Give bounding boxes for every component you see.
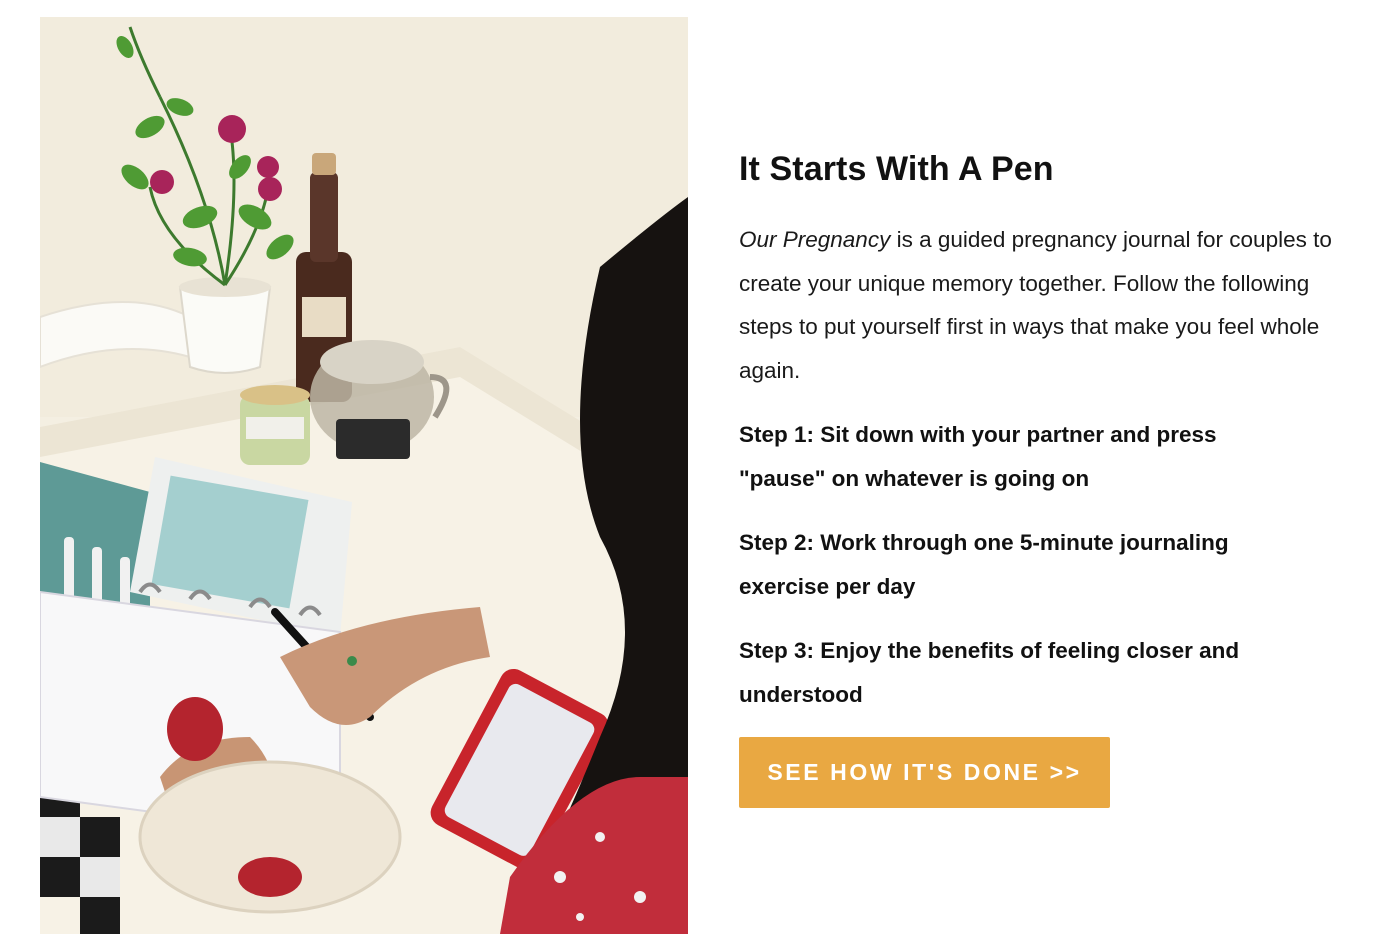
step-1: Step 1: Sit down with your partner and p… bbox=[739, 422, 1217, 491]
see-how-its-done-button[interactable]: SEE HOW IT'S DONE >> bbox=[739, 737, 1110, 808]
step-3: Step 3: Enjoy the benefits of feeling cl… bbox=[739, 638, 1240, 707]
section-title: It Starts With A Pen bbox=[739, 150, 1054, 188]
journal-photo bbox=[40, 17, 688, 934]
page: It Starts With A Pen Our Pregnancy is a … bbox=[0, 0, 1377, 944]
journal-name: Our Pregnancy bbox=[739, 227, 891, 252]
intro-paragraph: Our Pregnancy is a guided pregnancy jour… bbox=[739, 218, 1359, 392]
step-2: Step 2: Work through one 5-minute journa… bbox=[739, 530, 1229, 599]
journal-photo-illustration bbox=[40, 17, 688, 934]
intro-section: It Starts With A Pen Our Pregnancy is a … bbox=[739, 148, 1359, 808]
